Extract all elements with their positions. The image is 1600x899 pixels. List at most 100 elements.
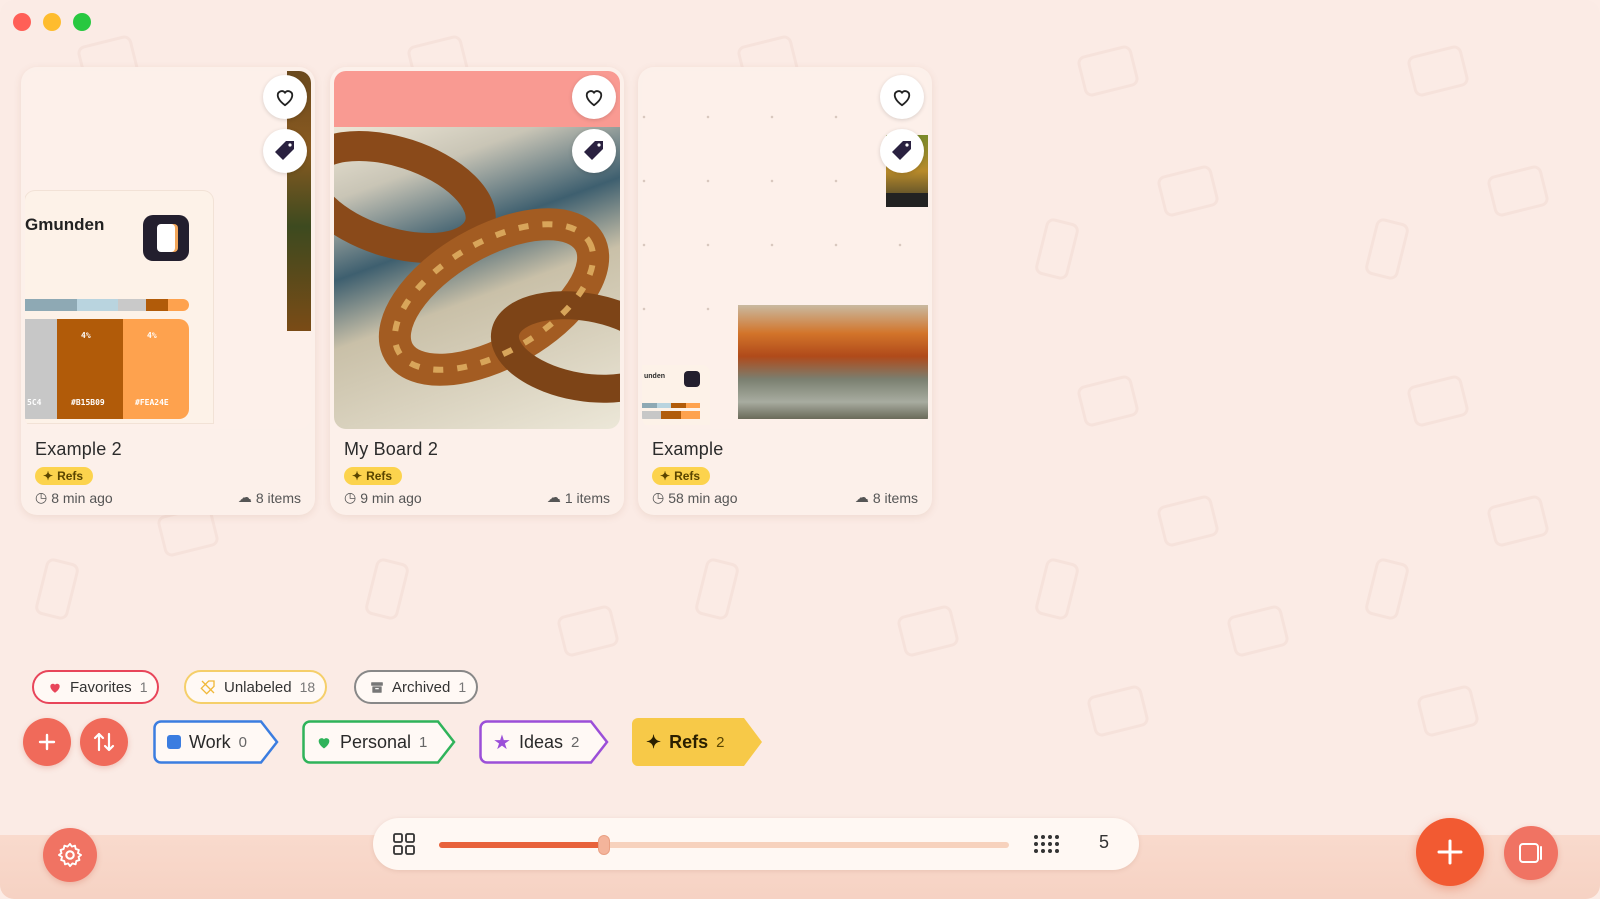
palette-swatches: 5C4 4% #B15B09 4% #FEA24E — [25, 319, 189, 419]
board-time: 8 min ago — [51, 489, 113, 506]
sparkle-icon: ✦ — [646, 731, 662, 752]
zoom-value: 5 — [1098, 832, 1109, 852]
palette-card: Gmunden 5C4 4% #B15B09 4% #FEA24E — [25, 191, 213, 423]
app-window: Gmunden 5C4 4% #B15B09 4% #FEA24E Exampl… — [0, 0, 1600, 899]
cloud-icon: ☁ — [237, 489, 252, 505]
label-button[interactable] — [572, 129, 616, 173]
label-tab-personal[interactable]: Personal 1 — [302, 720, 458, 764]
clock-icon: ◷ — [652, 489, 665, 505]
label-name: Ideas — [518, 731, 563, 752]
settings-button[interactable] — [43, 828, 97, 882]
clock-icon: ◷ — [344, 489, 357, 505]
filter-favorites[interactable]: Favorites 1 — [32, 670, 160, 704]
filter-label: Archived — [392, 678, 451, 696]
tag-icon — [584, 141, 603, 160]
tag-icon — [275, 141, 294, 160]
board-time: 9 min ago — [360, 489, 422, 506]
clock-icon: ◷ — [35, 489, 48, 505]
board-title: Example 2 — [35, 439, 122, 459]
add-label-button[interactable] — [23, 718, 71, 766]
filter-label: Favorites — [70, 678, 132, 696]
window-controls — [13, 13, 91, 31]
close-window-button[interactable] — [13, 13, 31, 31]
no-label-icon — [200, 680, 215, 695]
sidebar-panel-icon — [1519, 843, 1542, 863]
board-preview[interactable]: Gmunden 5C4 4% #B15B09 4% #FEA24E — [25, 71, 311, 429]
board-time: 58 min ago — [668, 489, 738, 506]
label-count: 2 — [716, 733, 725, 751]
chain-painting-image — [334, 127, 620, 429]
sidebar-toggle-button[interactable] — [1504, 826, 1558, 880]
plus-icon — [1437, 839, 1463, 865]
label-count: 0 — [238, 733, 248, 751]
filter-count: 1 — [458, 679, 467, 695]
minimize-window-button[interactable] — [43, 13, 61, 31]
board-preview[interactable]: unden — [642, 71, 928, 429]
label-button[interactable] — [263, 129, 307, 173]
zoom-control: 5 — [373, 818, 1139, 870]
filter-count: 18 — [299, 679, 316, 695]
board-label-chip[interactable]: ✦ Refs — [35, 467, 94, 485]
plus-icon — [38, 733, 56, 751]
label-tab-work[interactable]: Work 0 — [153, 720, 281, 764]
label-tab-ideas[interactable]: ★ Ideas 2 — [479, 720, 611, 764]
label-count: 1 — [419, 733, 428, 751]
heart-outline-icon — [276, 90, 294, 107]
board-meta: ◷ 8 min ago ☁ 8 items — [35, 489, 301, 506]
filter-unlabeled[interactable]: Unlabeled 18 — [184, 670, 328, 704]
board-label-chip[interactable]: ✦ Refs — [652, 467, 711, 485]
sort-button[interactable] — [80, 718, 128, 766]
heart-outline-icon — [585, 90, 603, 107]
square-icon — [167, 735, 181, 749]
sparkle-icon: ✦ — [660, 469, 671, 483]
palette-card-thumbnail: unden — [642, 365, 710, 425]
board-item-count: 8 items — [872, 489, 918, 506]
favorite-button[interactable] — [880, 75, 924, 119]
app-logo-icon — [143, 215, 189, 261]
sparkle-icon: ✦ — [43, 469, 54, 483]
label-tab-refs[interactable]: ✦ Refs 2 — [632, 718, 762, 766]
heart-icon — [318, 737, 330, 748]
board-title: My Board 2 — [344, 439, 439, 459]
label-name: Personal — [340, 731, 412, 752]
favorite-button[interactable] — [263, 75, 307, 119]
label-button[interactable] — [880, 129, 924, 173]
gear-icon — [57, 842, 83, 868]
board-meta: ◷ 58 min ago ☁ 8 items — [652, 489, 918, 506]
label-name: Refs — [669, 731, 709, 752]
sparkle-icon: ✦ — [352, 469, 363, 483]
zoom-slider[interactable] — [439, 835, 1009, 855]
board-card[interactable]: My Board 2 ✦ Refs ◷ 9 min ago ☁ 1 items — [330, 67, 624, 515]
board-card[interactable]: Gmunden 5C4 4% #B15B09 4% #FEA24E Exampl… — [21, 67, 315, 515]
palette-heading: Gmunden — [25, 215, 105, 234]
sort-arrows-icon — [93, 732, 115, 752]
board-preview[interactable] — [334, 71, 620, 429]
grid-large-icon[interactable] — [393, 833, 415, 855]
label-name: Work — [189, 731, 231, 752]
filter-label: Unlabeled — [224, 678, 292, 696]
zoom-slider-fill — [439, 842, 605, 848]
new-board-button[interactable] — [1416, 818, 1484, 886]
board-title: Example — [652, 439, 724, 459]
board-card[interactable]: unden Example ✦ Refs ◷ 58 min ago ☁ 8 items — [638, 67, 932, 515]
board-item-count: 8 items — [255, 489, 301, 506]
star-icon: ★ — [493, 731, 511, 754]
palette-strip — [25, 299, 189, 311]
tag-icon — [892, 141, 911, 160]
cloud-icon: ☁ — [854, 489, 869, 505]
heart-icon — [50, 683, 60, 693]
label-count: 2 — [570, 733, 580, 751]
zoom-slider-thumb[interactable] — [598, 835, 611, 855]
board-meta: ◷ 9 min ago ☁ 1 items — [344, 489, 610, 506]
autumn-lake-image — [738, 305, 928, 419]
filter-archived[interactable]: Archived 1 — [354, 670, 479, 704]
zoom-window-button[interactable] — [73, 13, 91, 31]
favorite-button[interactable] — [572, 75, 616, 119]
cloud-icon: ☁ — [546, 489, 561, 505]
grid-small-icon[interactable] — [1033, 834, 1059, 854]
board-item-count: 1 items — [564, 489, 610, 506]
board-label-chip[interactable]: ✦ Refs — [344, 467, 403, 485]
archive-icon — [371, 681, 383, 693]
filter-count: 1 — [139, 679, 148, 695]
heart-outline-icon — [893, 90, 911, 107]
